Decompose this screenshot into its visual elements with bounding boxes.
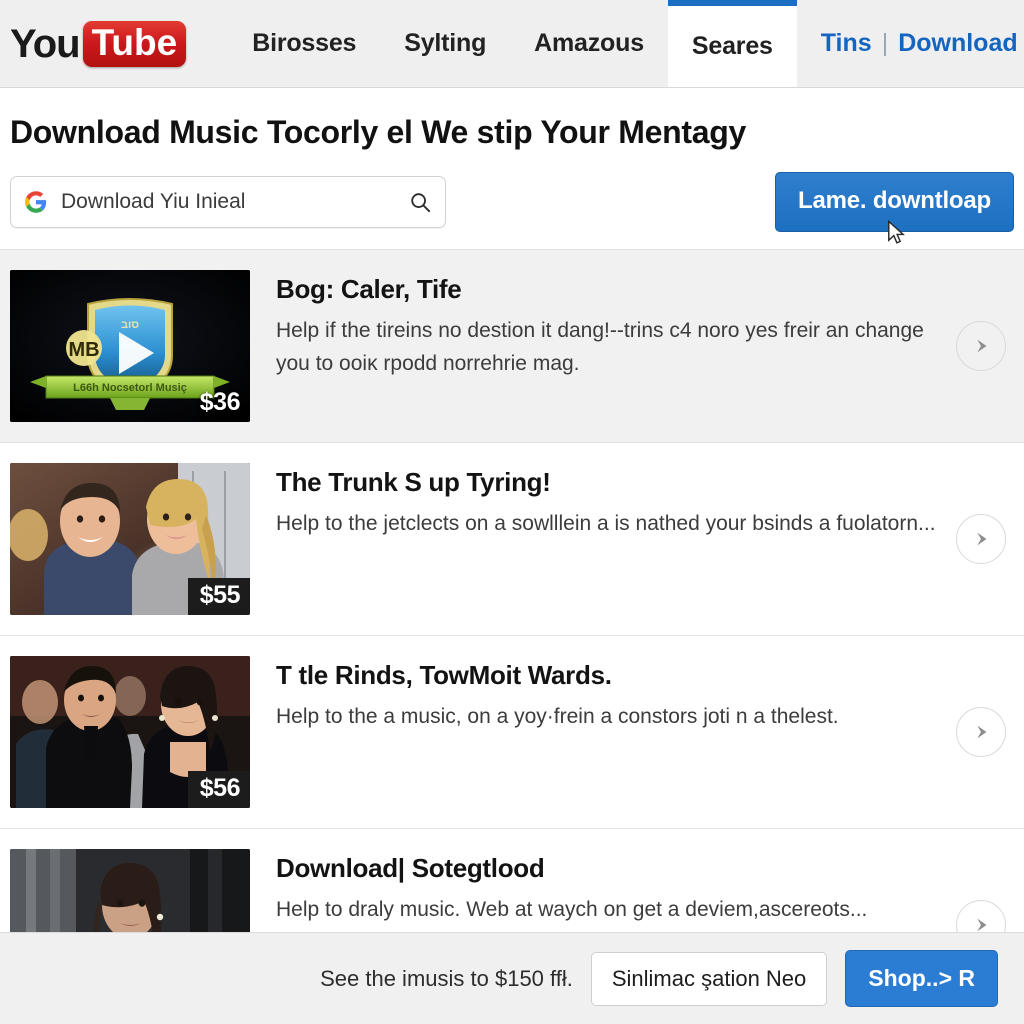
price-badge: $36 [199,388,241,416]
page-root: You Tube Birosses Sylting Amazous Seares… [0,0,1024,1024]
google-g-icon [25,191,47,213]
logo-tube-badge: Tube [82,20,187,67]
chevron-right-icon-button[interactable] [956,321,1006,371]
result-thumbnail-couple-dark[interactable]: $56 [10,656,250,808]
chevron-right-icon [977,725,987,739]
chevron-right-icon [977,339,987,353]
footer-shop-button[interactable]: Shop..> R [845,950,998,1007]
chevron-right-icon-button[interactable] [956,707,1006,757]
nav-tabs: Birosses Sylting Amazous Seares [228,0,797,87]
search-row: Download Yiu Inieal Lame. downtloap [0,172,1024,244]
nav-link-tins[interactable]: Tins [821,29,872,58]
chevron-right-icon-button[interactable] [956,514,1006,564]
download-cta-button[interactable]: Lame. downtloap [774,172,1014,232]
price-badge: $55 [187,578,250,615]
logo-you-text: You [10,21,81,66]
result-description: Help to the jetclects on a sowlllein a i… [276,512,936,535]
result-description: Help to draly music. Web at waych on get… [276,898,868,921]
nav-tab-label: Sylting [404,29,487,57]
nav-link-download[interactable]: Download [898,29,1017,58]
result-thumbnail-couple-light[interactable]: $55 [10,463,250,615]
svg-text:MB: MB [68,339,99,361]
nav-tab-seares-active[interactable]: Seares [667,0,797,87]
top-navigation-bar: You Tube Birosses Sylting Amazous Seares… [0,0,1024,88]
result-row[interactable]: סוב MB L66h Nocsetorl Musiç $36 Bog: Cal… [0,250,1024,443]
result-text-block: T tle Rinds, TowMoit Wards. Help to the … [276,656,1014,734]
result-text-block: Bog: Caler, Tife Help if the tireins no … [276,270,1014,380]
nav-tab-birosses[interactable]: Birosses [228,0,380,87]
search-icon[interactable] [409,191,431,213]
result-title[interactable]: Download| Sotegtlood [276,853,944,884]
footer-action-bar: See the imusis to $150 ffł. Sinlimac şat… [0,932,1024,1024]
result-title[interactable]: T tle Rinds, TowMoit Wards. [276,660,944,691]
nav-tab-amazous[interactable]: Amazous [510,0,668,87]
svg-text:L66h Nocsetorl Musiç: L66h Nocsetorl Musiç [73,382,187,394]
nav-tab-label: Birosses [252,29,357,57]
nav-tab-sylting[interactable]: Sylting [380,0,510,87]
result-description: Help to the a music, on a yoy·frein a co… [276,705,839,728]
nav-links-group: Tins | Download [821,29,1018,58]
price-badge: $56 [187,771,250,808]
result-row[interactable]: $56 T tle Rinds, TowMoit Wards. Help to … [0,636,1024,829]
youtube-logo[interactable]: You Tube [10,20,187,68]
result-text-block: The Trunk S up Tyring! Help to the jetcl… [276,463,1014,541]
footer-select-dropdown[interactable]: Sinlimac şation Neo [590,951,828,1006]
chevron-right-icon [977,532,987,546]
result-thumbnail-badge[interactable]: סוב MB L66h Nocsetorl Musiç $36 [10,270,250,422]
search-input[interactable]: Download Yiu Inieal [10,176,446,228]
footer-note-text: See the imusis to $150 ffł. [320,965,573,991]
nav-tab-label: Amazous [534,29,644,57]
nav-link-separator: | [881,29,889,57]
result-row[interactable]: $55 The Trunk S up Tyring! Help to the j… [0,443,1024,636]
results-list: סוב MB L66h Nocsetorl Musiç $36 Bog: Cal… [0,249,1024,1022]
page-title: Download Music Tocorly el We stip Your M… [10,114,746,150]
result-title[interactable]: The Trunk S up Tyring! [276,467,944,498]
cta-wrapper: Lame. downtloap [774,172,1014,244]
nav-tab-label: Seares [691,32,773,60]
search-input-value: Download Yiu Inieal [61,190,246,213]
svg-text:סוב: סוב [121,319,139,331]
result-description: Help if the tireins no destion it dang!-… [276,319,924,375]
result-title[interactable]: Bog: Caler, Tife [276,274,944,305]
result-text-block: Download| Sotegtlood Help to draly music… [276,849,1014,927]
